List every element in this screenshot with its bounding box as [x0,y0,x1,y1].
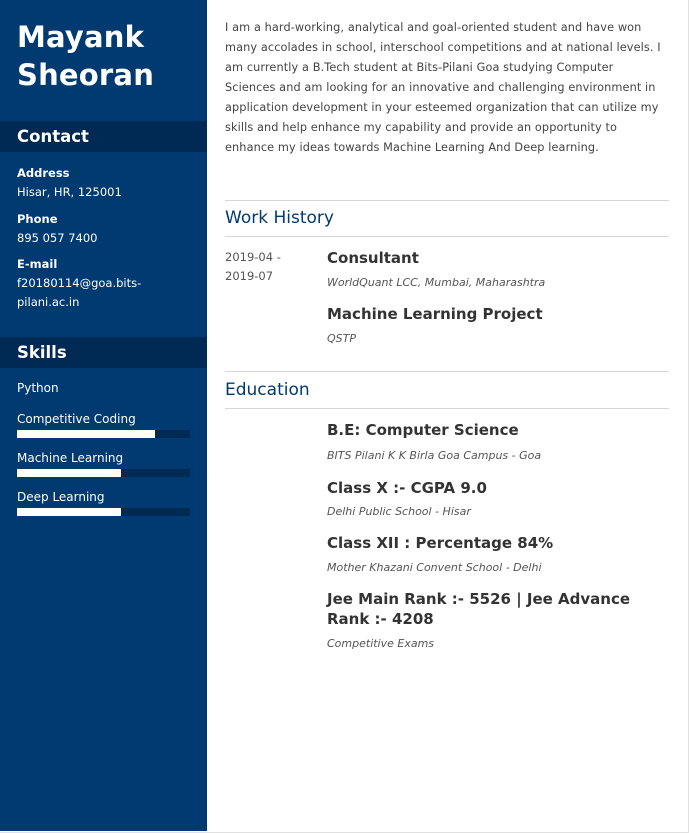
email-value[interactable]: f20180114@goa.bits- pilani.ac.in [17,274,197,312]
contact-heading: Contact [0,121,207,152]
work-entry-subtitle: WorldQuant LCC, Mumbai, Maharashtra [327,276,546,289]
education-entry-subtitle: BITS Pilani K K Birla Goa Campus - Goa [327,449,542,462]
email-line-2: pilani.ac.in [17,295,80,309]
education-entry-title: Class XII : Percentage 84% [327,534,554,552]
email-line-1: f20180114@goa.bits- [17,276,142,290]
work-entry-subtitle: QSTP [327,332,356,345]
skill-label: Deep Learning [17,490,105,504]
professional-summary: I am a hard-working, analytical and goal… [225,21,661,154]
candidate-name: Mayank Sheoran [17,18,197,94]
work-date-start: 2019-04 - [225,250,281,264]
section-divider [225,236,669,237]
section-divider [225,200,669,201]
work-history-heading: Work History [225,208,334,228]
address-value: Hisar, HR, 125001 [17,185,122,199]
skill-bar [17,469,190,477]
skill-bar-fill [17,430,156,438]
skill-bar-fill [17,508,121,516]
work-date-range: 2019-04 - 2019-07 [225,248,315,286]
section-divider [225,408,669,409]
email-label: E-mail [17,257,58,271]
address-label: Address [17,166,70,180]
education-entry-subtitle: Delhi Public School - Hisar [327,505,471,518]
resume-page: Mayank Sheoran Contact Address Hisar, HR… [0,0,689,833]
skill-bar [17,508,190,516]
phone-label: Phone [17,212,58,226]
last-name: Sheoran [17,58,155,92]
education-entry-subtitle: Mother Khazani Convent School - Delhi [327,561,542,574]
sidebar: Mayank Sheoran Contact Address Hisar, HR… [0,0,207,831]
education-heading: Education [225,380,310,400]
first-name: Mayank [17,20,145,54]
skill-bar [17,430,190,438]
education-entry-title: B.E: Computer Science [327,421,519,439]
work-entry-title: Machine Learning Project [327,305,543,323]
section-divider [225,371,669,372]
skills-heading: Skills [0,337,207,368]
work-date-end: 2019-07 [225,269,274,283]
phone-value: 895 057 7400 [17,231,98,245]
education-entry-title: Class X :- CGPA 9.0 [327,479,487,497]
skill-bar-fill [17,469,121,477]
work-entry-title: Consultant [327,249,419,267]
skill-label: Python [17,381,59,395]
skill-label: Competitive Coding [17,412,136,426]
education-entry-title: Jee Main Rank :- 5526 | Jee Advance Rank… [327,590,631,628]
education-entry-subtitle: Competitive Exams [327,637,435,650]
skill-label: Machine Learning [17,451,124,465]
